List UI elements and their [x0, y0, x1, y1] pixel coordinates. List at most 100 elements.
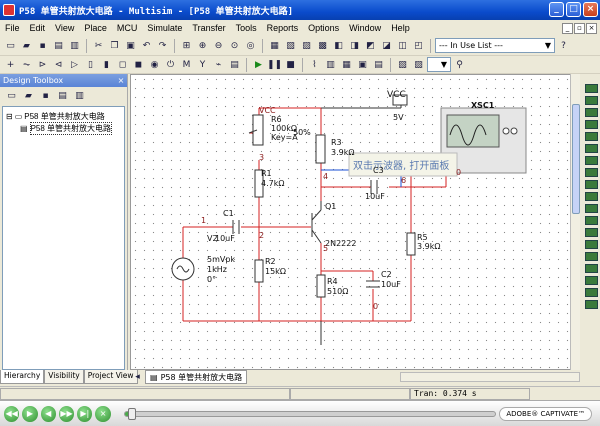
print-preview-icon[interactable]: ▥	[67, 38, 82, 53]
spreadsheet-icon[interactable]: ▨	[299, 38, 314, 53]
play-icon[interactable]: ▶	[22, 405, 38, 422]
misc-digital-icon[interactable]: ◻	[115, 57, 130, 72]
component-wizard-icon[interactable]: ◧	[331, 38, 346, 53]
close-icon[interactable]: ×	[115, 74, 127, 87]
open-design-icon[interactable]: ▰	[21, 89, 36, 104]
zoom-out-icon[interactable]: ⊖	[211, 38, 226, 53]
properties-icon[interactable]: ▤	[55, 89, 70, 104]
word-generator-icon[interactable]	[584, 168, 598, 177]
network-analyzer-icon[interactable]	[584, 240, 598, 249]
probe-icon[interactable]: ⚲	[452, 57, 467, 72]
scope-toolbar-icon[interactable]: ▨	[411, 57, 426, 72]
print-icon[interactable]: ▤	[51, 38, 66, 53]
indicator-icon[interactable]: ◉	[147, 57, 162, 72]
logic-converter-icon[interactable]	[584, 192, 598, 201]
simulate-pause-icon[interactable]: ❚❚	[267, 57, 282, 72]
instrument-mode-dropdown[interactable]: ▼	[427, 57, 451, 72]
paste-icon[interactable]: ▣	[123, 38, 138, 53]
tab-schematic-p58[interactable]: ▤ P58 单管共射放大电路	[145, 370, 248, 384]
simulate-run-icon[interactable]: ▶	[251, 57, 266, 72]
zoom-in-icon[interactable]: ⊕	[195, 38, 210, 53]
measurement-probe-icon[interactable]	[584, 276, 598, 285]
misc-icon[interactable]: M	[179, 57, 194, 72]
horizontal-scrollbar[interactable]	[400, 372, 580, 382]
grapher-icon[interactable]: ▥	[323, 57, 338, 72]
menu-options[interactable]: Options	[303, 23, 344, 33]
menu-transfer[interactable]: Transfer	[187, 23, 230, 33]
progress-knob[interactable]	[128, 407, 137, 420]
database-icon[interactable]: ▩	[315, 38, 330, 53]
iv-analyzer-icon[interactable]	[584, 204, 598, 213]
frequency-counter-icon[interactable]	[584, 156, 598, 165]
maximize-button[interactable]: □	[566, 2, 581, 17]
four-channel-scope-icon[interactable]	[584, 132, 598, 141]
menu-simulate[interactable]: Simulate	[142, 23, 187, 33]
scroll-thumb[interactable]	[572, 104, 580, 214]
playback-progress[interactable]	[123, 407, 497, 420]
wattmeter-icon[interactable]	[584, 108, 598, 117]
collapse-icon[interactable]: ⊟	[6, 112, 13, 121]
rewind-icon[interactable]: ◀◀	[4, 405, 20, 422]
basic-icon[interactable]: ⏦	[19, 57, 34, 72]
labview-icon[interactable]: ▤	[371, 57, 386, 72]
help-icon[interactable]: ?	[556, 38, 571, 53]
backannotate-icon[interactable]: ◫	[395, 38, 410, 53]
instruments-icon[interactable]: ▧	[395, 57, 410, 72]
vertical-scrollbar[interactable]	[570, 74, 580, 370]
menu-reports[interactable]: Reports	[262, 23, 304, 33]
tektronix-icon[interactable]	[584, 264, 598, 273]
power-icon[interactable]: ⏻	[163, 57, 178, 72]
mixed-icon[interactable]: ◼	[131, 57, 146, 72]
save-icon[interactable]: ▪	[35, 38, 50, 53]
grid-icon[interactable]: ▦	[267, 38, 282, 53]
schematic-canvas[interactable]: 双击示波器, 打开面板 VCC R6 100kΩ Key=A 50% 3 R3 …	[130, 74, 580, 370]
tree-root-item[interactable]: ⊟ ▭ P58 单管共射放大电路	[6, 110, 121, 122]
analysis-icon[interactable]: ⌇	[307, 57, 322, 72]
oscilloscope-icon[interactable]	[584, 120, 598, 129]
menu-tools[interactable]: Tools	[231, 23, 262, 33]
toolbox-icon[interactable]: ▧	[283, 38, 298, 53]
scroll-left-icon[interactable]: ◂	[130, 370, 145, 385]
forward-annotate-icon[interactable]: ◰	[411, 38, 426, 53]
save-design-icon[interactable]: ▪	[38, 89, 53, 104]
menu-edit[interactable]: Edit	[25, 23, 51, 33]
minimize-button[interactable]: _	[549, 2, 564, 17]
agilent-icon[interactable]	[584, 252, 598, 261]
transistor-icon[interactable]: ⊲	[51, 57, 66, 72]
analog-icon[interactable]: ▷	[67, 57, 82, 72]
new-file-icon[interactable]: ▭	[3, 38, 18, 53]
close-button[interactable]: ×	[583, 2, 598, 17]
menu-mcu[interactable]: MCU	[112, 23, 143, 33]
in-use-list-dropdown[interactable]: --- In Use List --- ▼	[435, 38, 555, 53]
exit-icon[interactable]: ×	[95, 405, 111, 422]
multimeter-icon[interactable]	[584, 84, 598, 93]
rf-icon[interactable]: Y	[195, 57, 210, 72]
undo-icon[interactable]: ↶	[139, 38, 154, 53]
menu-file[interactable]: File	[0, 23, 25, 33]
cut-icon[interactable]: ✂	[91, 38, 106, 53]
spectrum-analyzer-icon[interactable]	[584, 228, 598, 237]
bode-plotter-icon[interactable]	[584, 144, 598, 153]
logic-analyzer-icon[interactable]	[584, 180, 598, 189]
source-icon[interactable]: +	[3, 57, 18, 72]
full-screen-icon[interactable]: ⊞	[179, 38, 194, 53]
ttl-icon[interactable]: ▯	[83, 57, 98, 72]
remove-icon[interactable]: ▥	[72, 89, 87, 104]
menu-view[interactable]: View	[50, 23, 79, 33]
postprocessor-icon[interactable]: ◨	[347, 38, 362, 53]
mdi-restore-button[interactable]: ▫	[574, 22, 585, 34]
function-generator-icon[interactable]	[584, 96, 598, 105]
open-folder-icon[interactable]: ▰	[19, 38, 34, 53]
tab-visibility[interactable]: Visibility	[44, 370, 84, 384]
copy-icon[interactable]: ❐	[107, 38, 122, 53]
zoom-area-icon[interactable]: ⊙	[227, 38, 242, 53]
zoom-fit-icon[interactable]: ◎	[243, 38, 258, 53]
end-icon[interactable]: ▶|	[77, 405, 93, 422]
electromechanical-icon[interactable]: ⌁	[211, 57, 226, 72]
virtual-instruments-icon[interactable]: ▣	[355, 57, 370, 72]
distortion-analyzer-icon[interactable]	[584, 216, 598, 225]
forward-icon[interactable]: ▶▶	[58, 405, 75, 422]
simulate-stop-icon[interactable]: ■	[283, 57, 298, 72]
mdi-minimize-button[interactable]: _	[562, 22, 573, 34]
menu-place[interactable]: Place	[79, 23, 112, 33]
